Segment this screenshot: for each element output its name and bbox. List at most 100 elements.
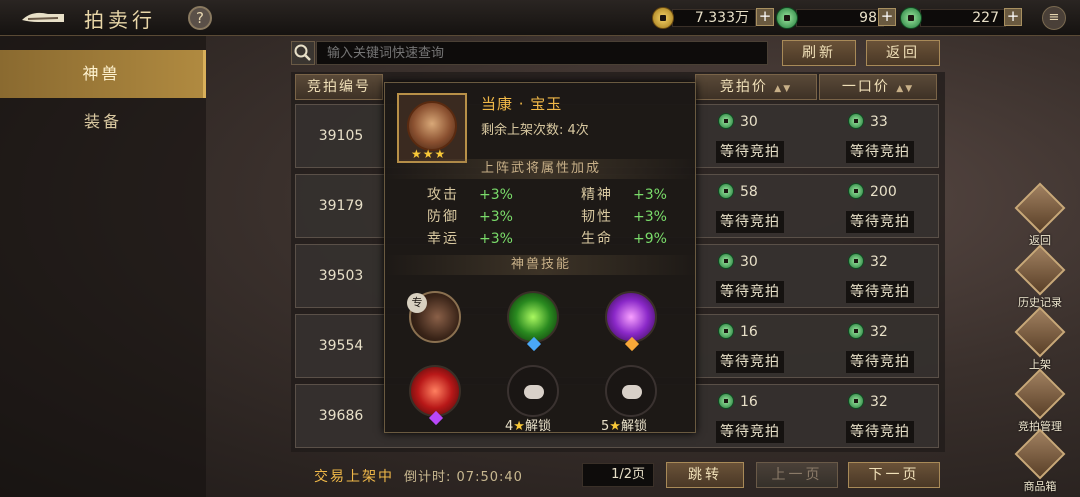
column-header-buyout[interactable]: 一口价 ▲▼	[819, 74, 937, 100]
star-icon: ★	[609, 419, 621, 434]
jade-coin-icon	[848, 393, 864, 409]
buyout-price: 32	[848, 253, 888, 273]
jade-currency-1: 98 +	[776, 7, 896, 29]
attr-label: 防御	[427, 209, 459, 225]
auction-id: 39105	[318, 128, 364, 144]
attr-label: 攻击	[427, 187, 459, 203]
exclusive-badge: 专	[407, 293, 427, 313]
attr-defense: 防御 +3%	[427, 207, 513, 227]
jade-value-1: 98	[796, 9, 884, 27]
trade-status: 交易上架中	[314, 469, 394, 485]
jade-coin-icon	[718, 253, 734, 269]
auction-id: 39179	[318, 198, 364, 214]
skill-red-slash-icon[interactable]	[409, 365, 461, 426]
action-item-box[interactable]: 商品箱	[1012, 428, 1068, 494]
jade-coin-icon	[848, 113, 864, 129]
attr-value: +9%	[633, 231, 667, 247]
chest-icon	[1014, 428, 1066, 480]
bid-value: 30	[740, 254, 758, 270]
buyout-status: 等待竞拍	[846, 211, 914, 233]
skill-boar-icon[interactable]: 专	[407, 291, 461, 343]
page-indicator[interactable]: 1/2页	[582, 463, 654, 487]
bid-value: 58	[740, 184, 758, 200]
next-page-button[interactable]: 下一页	[848, 462, 940, 488]
countdown-label: 倒计时:	[404, 470, 452, 485]
buyout-price: 32	[848, 323, 888, 343]
skill-purple-claw-icon[interactable]	[605, 291, 657, 352]
auction-id: 39554	[318, 338, 364, 354]
column-header-id: 竞拍编号	[295, 74, 383, 100]
orange-gem-icon	[624, 336, 640, 352]
skill-green-crystal-icon[interactable]	[507, 291, 559, 352]
buyout-value: 200	[870, 184, 897, 200]
bid-price: 16	[718, 323, 758, 343]
sort-icon: ▲▼	[896, 84, 915, 94]
refresh-button[interactable]: 刷新	[782, 40, 856, 66]
bid-price: 30	[718, 113, 758, 133]
return-button[interactable]: 返回	[866, 40, 940, 66]
unlock-label: 解锁	[620, 419, 647, 434]
search-icon[interactable]	[291, 41, 315, 65]
help-button[interactable]: ?	[188, 6, 212, 30]
action-bid-manage[interactable]: 竞拍管理	[1012, 368, 1068, 434]
jade-coin-icon	[848, 253, 864, 269]
blue-gem-icon	[526, 336, 542, 352]
buyout-value: 32	[870, 324, 888, 340]
jade-coin-icon	[900, 7, 922, 29]
star-icon: ★	[513, 419, 525, 434]
bid-price: 16	[718, 393, 758, 413]
skill-section-title: 神兽技能	[385, 255, 697, 275]
page-title: 拍卖行	[84, 8, 156, 32]
action-history[interactable]: 历史记录	[1012, 244, 1068, 310]
jade-coin-icon	[718, 323, 734, 339]
buyout-value: 32	[870, 394, 888, 410]
search-input[interactable]	[316, 41, 768, 65]
bid-status: 等待竞拍	[716, 141, 784, 163]
add-jade-button-1[interactable]: +	[878, 8, 896, 26]
beast-name: 当康 · 宝玉	[481, 95, 563, 113]
prev-page-button[interactable]: 上一页	[756, 462, 838, 488]
add-jade-button-2[interactable]: +	[1004, 8, 1022, 26]
buyout-price: 32	[848, 393, 888, 413]
unlock-requirement: 5★解锁	[601, 415, 647, 434]
attr-toughness: 韧性 +3%	[581, 207, 667, 227]
column-header-bid-label: 竞拍价	[719, 79, 768, 95]
attr-spirit: 精神 +3%	[581, 185, 667, 205]
auction-id: 39686	[318, 408, 364, 424]
action-return[interactable]: 返回	[1012, 182, 1068, 248]
sort-icon: ▲▼	[774, 84, 793, 94]
sidebar-item-beast[interactable]: 神兽	[0, 50, 206, 98]
locked-skill-slot[interactable]	[507, 365, 559, 417]
attr-label: 韧性	[581, 209, 613, 225]
gold-coin-icon	[652, 7, 674, 29]
bid-value: 16	[740, 394, 758, 410]
jade-coin-icon	[848, 183, 864, 199]
attr-attack: 攻击 +3%	[427, 185, 513, 205]
column-header-buyout-label: 一口价	[841, 79, 890, 95]
buyout-status: 等待竞拍	[846, 421, 914, 443]
sidebar: 神兽 装备	[0, 36, 206, 497]
bid-price: 30	[718, 253, 758, 273]
beast-detail-popup: ★★★ 当康 · 宝玉 剩余上架次数: 4次 上阵武将属性加成 攻击 +3% 精神…	[384, 82, 697, 434]
back-arrow-icon[interactable]	[18, 6, 68, 30]
jade-coin-icon	[776, 7, 798, 29]
jump-button[interactable]: 跳转	[666, 462, 744, 488]
buyout-status: 等待竞拍	[846, 281, 914, 303]
buyout-value: 32	[870, 254, 888, 270]
attr-label: 精神	[581, 187, 613, 203]
locked-skill-slot[interactable]	[605, 365, 657, 417]
add-gold-button[interactable]: +	[756, 8, 774, 26]
jade-coin-icon	[718, 113, 734, 129]
attr-value: +3%	[479, 187, 513, 203]
gavel-icon	[1014, 368, 1066, 420]
column-header-bid[interactable]: 竞拍价 ▲▼	[695, 74, 817, 100]
action-label: 商品箱	[1023, 480, 1057, 493]
action-list-item[interactable]: 上架	[1012, 306, 1068, 372]
attr-value: +3%	[633, 187, 667, 203]
bid-status: 等待竞拍	[716, 421, 784, 443]
sidebar-item-equipment[interactable]: 装备	[0, 98, 206, 146]
countdown-value: 07:50:40	[456, 470, 523, 485]
remaining-listings: 剩余上架次数: 4次	[481, 123, 589, 138]
menu-button[interactable]: ≡	[1042, 6, 1066, 30]
attr-section-title: 上阵武将属性加成	[385, 159, 697, 179]
